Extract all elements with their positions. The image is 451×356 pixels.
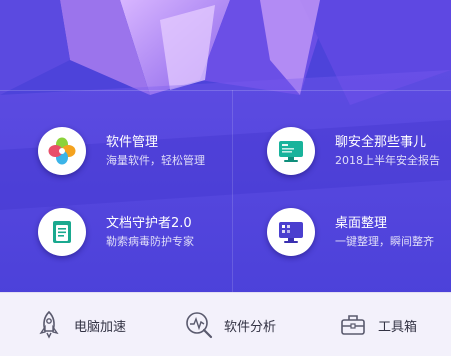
pinwheel-icon bbox=[48, 137, 76, 165]
desktop-icon bbox=[279, 222, 303, 243]
bottom-toolbar: 电脑加速 软件分析 工具箱 bbox=[0, 292, 451, 356]
tile-desktop-organize[interactable]: 桌面整理 一键整理，瞬间整齐 bbox=[267, 208, 451, 268]
monitor-report-icon bbox=[279, 141, 303, 162]
tile-icon-circle bbox=[267, 208, 315, 256]
tile-software-manager[interactable]: 软件管理 海量软件，轻松管理 bbox=[38, 127, 258, 187]
tile-document-guardian[interactable]: 文档守护者2.0 勒索病毒防护专家 bbox=[38, 208, 258, 268]
rocket-icon bbox=[34, 310, 64, 340]
bottom-button-label: 工具箱 bbox=[378, 319, 418, 335]
magnifier-chart-icon bbox=[184, 310, 214, 340]
tile-title: 文档守护者2.0 bbox=[106, 216, 192, 231]
pc-speedup-button[interactable]: 电脑加速 bbox=[34, 293, 126, 356]
tile-subtitle: 海量软件，轻松管理 bbox=[106, 154, 205, 167]
bottom-button-label: 软件分析 bbox=[224, 319, 277, 335]
toolbox-button[interactable]: 工具箱 bbox=[338, 293, 417, 356]
tile-icon-circle bbox=[38, 127, 86, 175]
software-analysis-button[interactable]: 软件分析 bbox=[184, 293, 276, 356]
tile-title: 软件管理 bbox=[106, 135, 159, 150]
toolbox-icon bbox=[338, 310, 368, 340]
tile-security-talk[interactable]: 聊安全那些事儿 2018上半年安全报告 bbox=[267, 127, 451, 187]
hero-panel: 软件管理 海量软件，轻松管理 聊安全那些事儿 2018上半年安全报告 文档守护者… bbox=[0, 0, 451, 292]
tile-subtitle: 一键整理，瞬间整齐 bbox=[335, 235, 434, 248]
tile-subtitle: 勒索病毒防护专家 bbox=[106, 235, 194, 248]
tile-title: 桌面整理 bbox=[335, 216, 388, 231]
tile-icon-circle bbox=[38, 208, 86, 256]
tile-title: 聊安全那些事儿 bbox=[335, 135, 427, 150]
bottom-button-label: 电脑加速 bbox=[74, 319, 127, 335]
document-icon bbox=[53, 221, 71, 243]
tile-subtitle: 2018上半年安全报告 bbox=[335, 154, 440, 167]
tile-icon-circle bbox=[267, 127, 315, 175]
divider-horizontal bbox=[0, 90, 451, 91]
